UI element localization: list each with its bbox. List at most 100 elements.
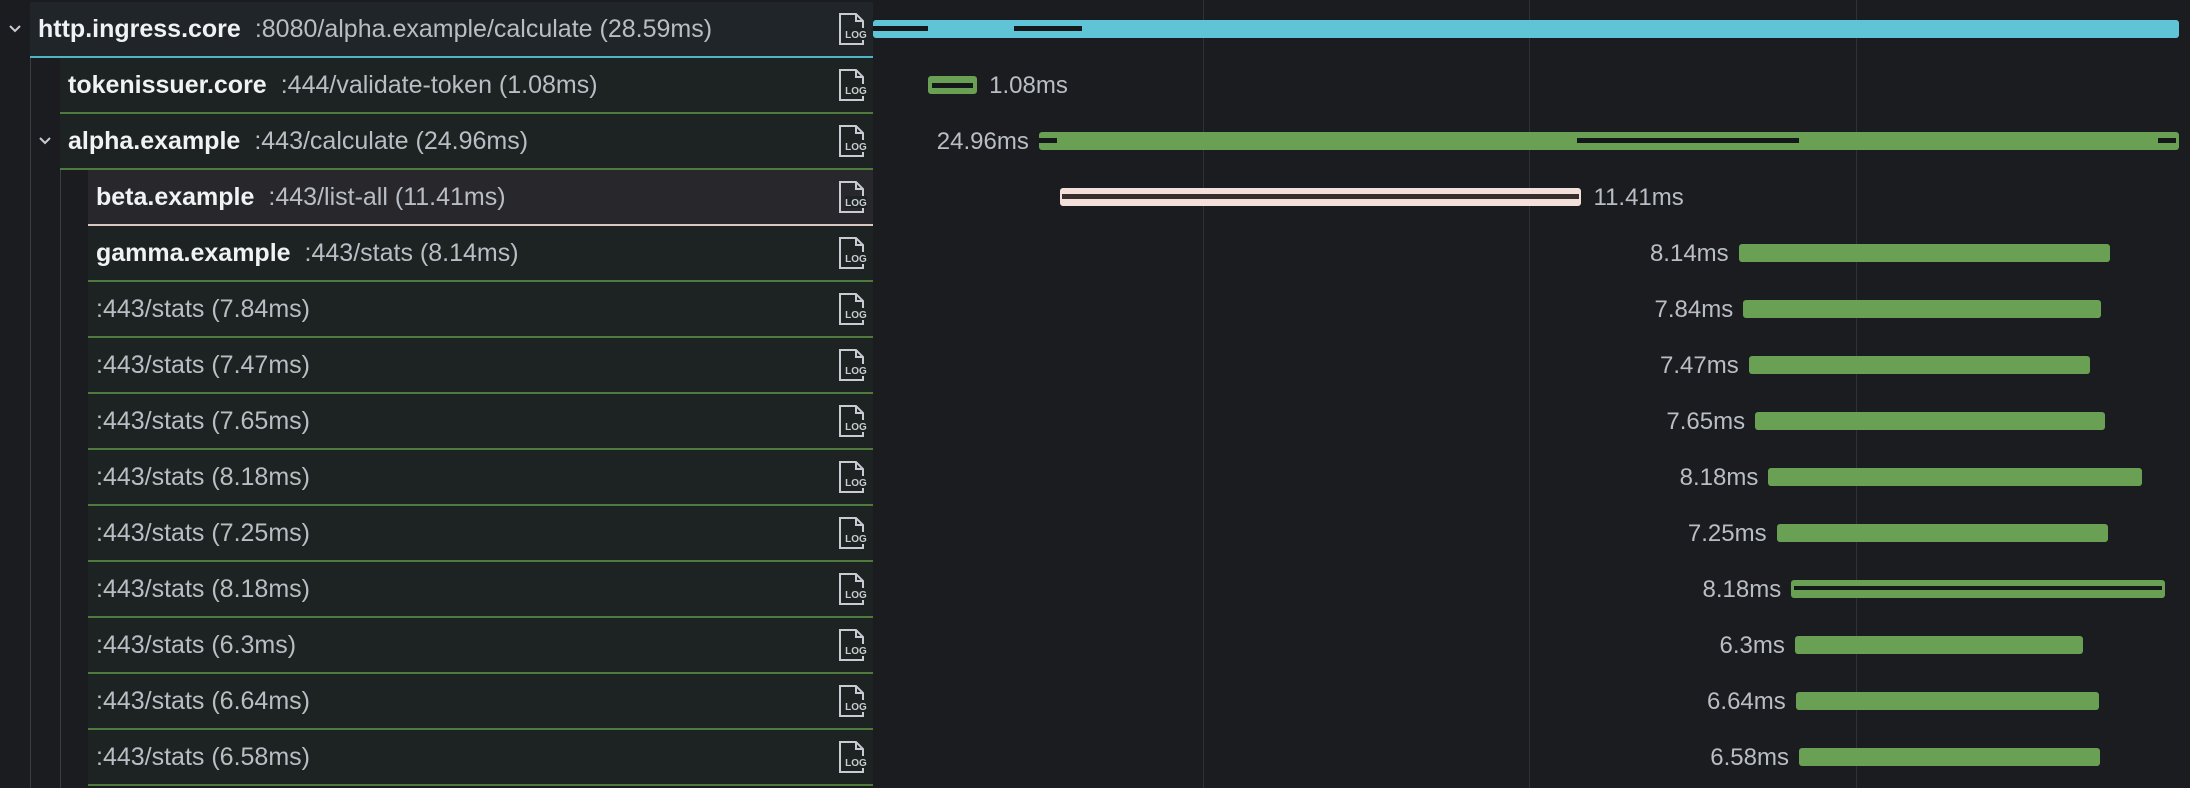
span-row[interactable]: :443/stats (6.64ms) LOG (88, 674, 873, 730)
span-row[interactable]: :443/stats (7.47ms) LOG (88, 338, 873, 394)
span-label: :443/stats (8.18ms) (96, 562, 310, 616)
operation-name: :443/stats (7.47ms) (96, 351, 310, 379)
span-row[interactable]: tokenissuer.core :444/validate-token (1.0… (60, 58, 873, 114)
log-file-icon[interactable]: LOG (835, 404, 869, 438)
duration-label: 7.84ms (1654, 296, 1734, 323)
span-row[interactable]: :443/stats (7.25ms) LOG (88, 506, 873, 562)
log-file-icon[interactable]: LOG (835, 124, 869, 158)
service-name: http.ingress.core (38, 15, 241, 43)
span-bar[interactable] (873, 20, 2179, 38)
service-name: beta.example (96, 183, 255, 211)
log-file-icon[interactable]: LOG (835, 348, 869, 382)
span-label: :443/stats (6.64ms) (96, 674, 310, 728)
span-label: :443/stats (7.84ms) (96, 282, 310, 336)
svg-text:LOG: LOG (845, 478, 867, 489)
span-label: :443/stats (7.65ms) (96, 394, 310, 448)
svg-text:LOG: LOG (845, 646, 867, 657)
svg-text:LOG: LOG (845, 534, 867, 545)
timeline-gridline (1855, 0, 1857, 788)
duration-label: 8.18ms (1702, 576, 1782, 603)
span-row[interactable]: :443/stats (8.18ms) LOG (88, 450, 873, 506)
span-label: http.ingress.core :8080/alpha.example/cal… (38, 2, 712, 56)
span-label: :443/stats (8.18ms) (96, 450, 310, 504)
log-file-icon[interactable]: LOG (835, 180, 869, 214)
span-bar[interactable] (1038, 132, 2179, 150)
span-row[interactable]: beta.example :443/list-all (11.41ms) LOG (88, 170, 873, 226)
operation-name: :443/stats (8.14ms) (304, 239, 519, 267)
span-bar[interactable] (1060, 188, 1582, 206)
span-bar[interactable] (1768, 468, 2142, 486)
log-file-icon[interactable]: LOG (835, 460, 869, 494)
span-bar[interactable] (1748, 356, 2090, 374)
span-tree-panel: http.ingress.core :8080/alpha.example/cal… (0, 0, 873, 788)
span-bar[interactable] (927, 76, 978, 94)
operation-name: :443/stats (6.58ms) (96, 743, 310, 771)
span-bar[interactable] (1798, 748, 2100, 766)
bar-inner (1794, 586, 2162, 590)
span-label: alpha.example :443/calculate (24.96ms) (68, 114, 528, 168)
log-file-icon[interactable]: LOG (835, 68, 869, 102)
log-file-icon[interactable]: LOG (835, 516, 869, 550)
service-name: gamma.example (96, 239, 291, 267)
span-bar[interactable] (1738, 244, 2111, 262)
operation-name: :443/stats (6.64ms) (96, 687, 310, 715)
span-bar[interactable] (1755, 412, 2105, 430)
log-file-icon[interactable]: LOG (835, 684, 869, 718)
svg-text:LOG: LOG (845, 142, 867, 153)
child-span-overlay (1576, 138, 1799, 143)
log-file-icon[interactable]: LOG (835, 740, 869, 774)
log-file-icon[interactable]: LOG (835, 292, 869, 326)
chevron-down-icon[interactable] (0, 2, 30, 56)
duration-label: 24.96ms (936, 128, 1029, 155)
operation-name: :444/validate-token (1.08ms) (280, 71, 598, 99)
timeline-panel: 1.08ms 24.96ms 11.41ms 8.14ms 7.84ms 7.47ms 7.… (873, 0, 2190, 788)
span-row[interactable]: :443/stats (7.65ms) LOG (88, 394, 873, 450)
duration-label: 7.25ms (1687, 520, 1767, 547)
span-row[interactable]: :443/stats (6.3ms) LOG (88, 618, 873, 674)
duration-label: 7.65ms (1666, 408, 1746, 435)
span-row[interactable]: :443/stats (7.84ms) LOG (88, 282, 873, 338)
span-row[interactable]: :443/stats (6.58ms) LOG (88, 730, 873, 786)
span-label: :443/stats (7.25ms) (96, 506, 310, 560)
duration-label: 7.47ms (1660, 352, 1739, 379)
span-label: :443/stats (6.3ms) (96, 618, 296, 672)
duration-label: 6.3ms (1719, 632, 1785, 659)
operation-name: :443/stats (8.18ms) (96, 463, 310, 491)
svg-text:LOG: LOG (845, 30, 867, 41)
operation-name: :443/stats (7.65ms) (96, 407, 310, 435)
duration-label: 6.64ms (1707, 688, 1786, 715)
svg-text:LOG: LOG (845, 422, 867, 433)
service-name: alpha.example (68, 127, 241, 155)
tree-guide-line (60, 112, 61, 788)
span-label: gamma.example :443/stats (8.14ms) (96, 226, 519, 280)
span-bar[interactable] (1776, 524, 2108, 542)
log-file-icon[interactable]: LOG (835, 628, 869, 662)
svg-text:LOG: LOG (845, 310, 867, 321)
span-row[interactable]: gamma.example :443/stats (8.14ms) LOG (88, 226, 873, 282)
span-bar[interactable] (1743, 300, 2102, 318)
span-row[interactable]: alpha.example :443/calculate (24.96ms) LOG (60, 114, 873, 170)
operation-name: :443/stats (7.84ms) (96, 295, 310, 323)
duration-label: 11.41ms (1593, 184, 1684, 211)
svg-text:LOG: LOG (845, 86, 867, 97)
duration-label: 1.08ms (989, 72, 1068, 99)
span-bar[interactable] (1794, 636, 2083, 654)
svg-text:LOG: LOG (845, 758, 867, 769)
log-file-icon[interactable]: LOG (835, 236, 869, 270)
span-bar[interactable] (1791, 580, 2165, 598)
timeline-gridline (1202, 0, 1204, 788)
span-row[interactable]: :443/stats (8.18ms) LOG (88, 562, 873, 618)
log-file-icon[interactable]: LOG (835, 572, 869, 606)
operation-name: :443/list-all (11.41ms) (268, 183, 506, 211)
timeline-gridline (1529, 0, 1530, 788)
span-label: tokenissuer.core :444/validate-token (1.0… (68, 58, 598, 112)
service-name: tokenissuer.core (68, 71, 267, 99)
duration-label: 6.58ms (1710, 744, 1789, 771)
log-file-icon[interactable]: LOG (835, 12, 869, 46)
span-bar[interactable] (1795, 692, 2100, 710)
operation-name: :443/calculate (24.96ms) (254, 127, 529, 155)
span-row[interactable]: http.ingress.core :8080/alpha.example/cal… (30, 2, 873, 58)
chevron-down-icon[interactable] (30, 114, 60, 168)
span-label: :443/stats (7.47ms) (96, 338, 310, 392)
operation-name: :8080/alpha.example/calculate (28.59ms) (254, 15, 713, 43)
